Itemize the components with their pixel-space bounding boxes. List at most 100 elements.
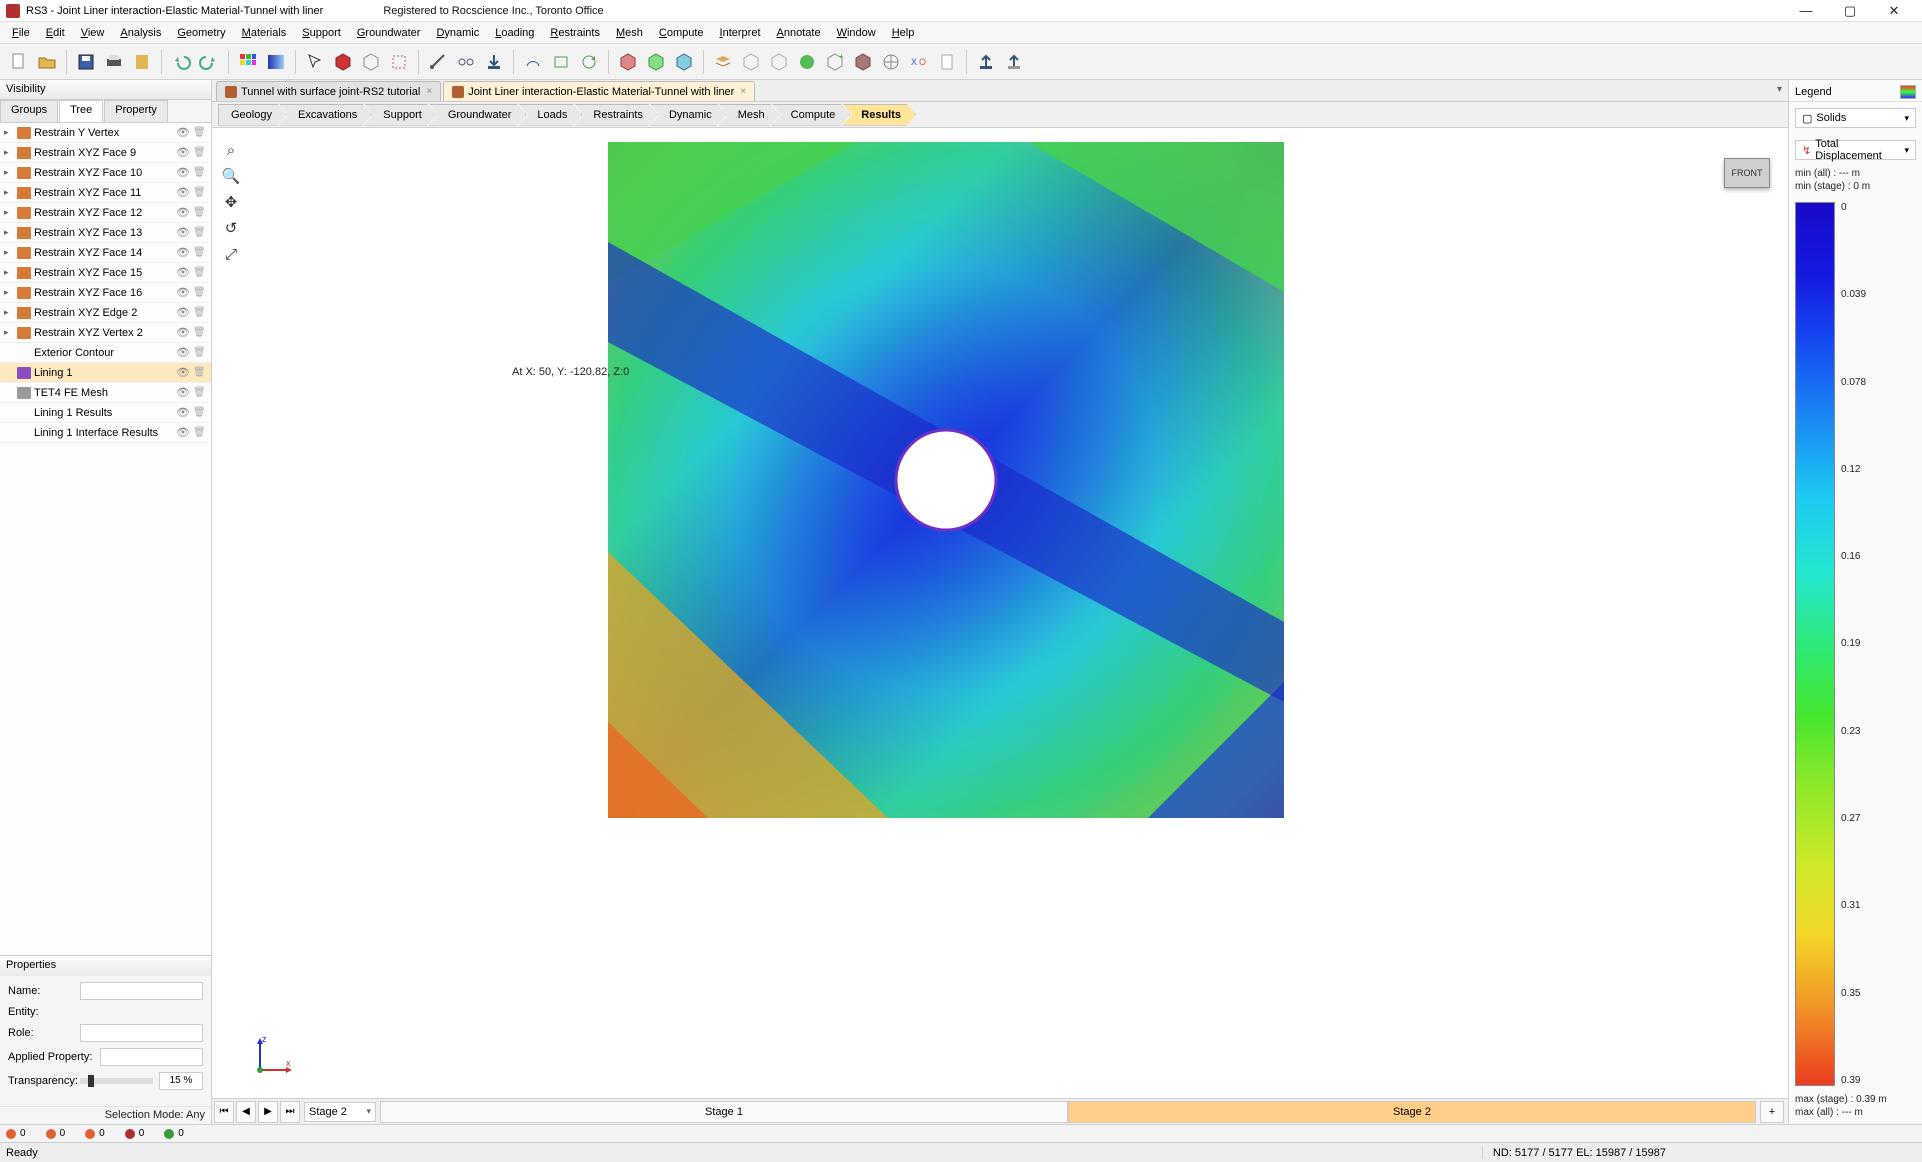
pan-icon[interactable]: ✥: [220, 190, 242, 214]
lock-box-icon[interactable]: [386, 49, 412, 75]
eye-icon[interactable]: 👁: [176, 186, 190, 199]
quantity-select[interactable]: ↯Total Displacement▾: [1795, 140, 1916, 160]
close-tab-icon[interactable]: ×: [740, 86, 746, 97]
eye-icon[interactable]: 👁: [176, 366, 190, 379]
menu-compute[interactable]: Compute: [651, 25, 712, 41]
delete-icon[interactable]: 🗑: [193, 407, 207, 418]
workflow-step-support[interactable]: Support: [364, 104, 437, 126]
zoom-icon[interactable]: 🔍: [220, 164, 242, 188]
wire-cube-icon[interactable]: [738, 49, 764, 75]
close-tab-icon[interactable]: ×: [426, 86, 432, 97]
notes-icon[interactable]: [129, 49, 155, 75]
legend-settings-icon[interactable]: [1900, 85, 1916, 99]
menu-annotate[interactable]: Annotate: [769, 25, 829, 41]
add-cube-icon[interactable]: +: [822, 49, 848, 75]
last-stage-button[interactable]: ⏭: [280, 1101, 300, 1123]
menu-restraints[interactable]: Restraints: [542, 25, 608, 41]
eye-icon[interactable]: 👁: [176, 286, 190, 299]
visibility-tree[interactable]: ▸Restrain Y Vertex👁🗑▸Restrain XYZ Face 9…: [0, 123, 211, 955]
3d-viewport[interactable]: ⌕ 🔍 ✥ ↺ ⤢: [212, 128, 1788, 1098]
delete-icon[interactable]: 🗑: [193, 187, 207, 198]
save-icon[interactable]: [73, 49, 99, 75]
tree-item[interactable]: ▸Restrain XYZ Face 15👁🗑: [0, 263, 211, 283]
maximize-button[interactable]: ▢: [1828, 1, 1872, 21]
eye-icon[interactable]: 👁: [176, 406, 190, 419]
workflow-step-dynamic[interactable]: Dynamic: [650, 104, 727, 126]
new-file-icon[interactable]: [6, 49, 32, 75]
undo-icon[interactable]: [168, 49, 194, 75]
view-cube[interactable]: FRONT: [1724, 158, 1770, 188]
menu-dynamic[interactable]: Dynamic: [428, 25, 487, 41]
workflow-step-groundwater[interactable]: Groundwater: [429, 104, 527, 126]
sphere-icon[interactable]: [794, 49, 820, 75]
tree-item[interactable]: ▸Restrain XYZ Face 13👁🗑: [0, 223, 211, 243]
surface-icon[interactable]: [548, 49, 574, 75]
delete-icon[interactable]: 🗑: [193, 267, 207, 278]
eye-icon[interactable]: 👁: [176, 126, 190, 139]
cube-wire-icon[interactable]: [358, 49, 384, 75]
link-icon[interactable]: [453, 49, 479, 75]
delete-icon[interactable]: 🗑: [193, 147, 207, 158]
first-stage-button[interactable]: ⏮: [214, 1101, 234, 1123]
document-tab[interactable]: Tunnel with surface joint-RS2 tutorial×: [216, 81, 441, 101]
rotate-icon[interactable]: [576, 49, 602, 75]
cube1-icon[interactable]: [615, 49, 641, 75]
tree-item[interactable]: ▸Restrain XYZ Edge 2👁🗑: [0, 303, 211, 323]
visibility-tab-tree[interactable]: Tree: [59, 100, 103, 122]
eye-icon[interactable]: 👁: [176, 306, 190, 319]
close-button[interactable]: ✕: [1872, 1, 1916, 21]
measure-icon[interactable]: [425, 49, 451, 75]
eye-icon[interactable]: 👁: [176, 386, 190, 399]
stage-tab[interactable]: Stage 2: [1068, 1101, 1756, 1123]
workflow-step-loads[interactable]: Loads: [518, 104, 582, 126]
rotate-icon[interactable]: ↺: [220, 216, 242, 240]
export2-icon[interactable]: [1001, 49, 1027, 75]
delete-icon[interactable]: 🗑: [193, 287, 207, 298]
eye-icon[interactable]: 👁: [176, 206, 190, 219]
select-icon[interactable]: [302, 49, 328, 75]
menu-window[interactable]: Window: [829, 25, 884, 41]
tab-overflow-icon[interactable]: ▾: [1777, 84, 1782, 95]
visibility-tab-groups[interactable]: Groups: [0, 100, 58, 122]
tree-item[interactable]: Lining 1👁🗑: [0, 363, 211, 383]
tree-item[interactable]: ▸Restrain XYZ Face 11👁🗑: [0, 183, 211, 203]
workflow-step-geology[interactable]: Geology: [218, 104, 287, 126]
menu-analysis[interactable]: Analysis: [112, 25, 169, 41]
menu-support[interactable]: Support: [294, 25, 349, 41]
next-stage-button[interactable]: ▶: [258, 1101, 278, 1123]
tree-item[interactable]: ▸Restrain Y Vertex👁🗑: [0, 123, 211, 143]
delete-icon[interactable]: 🗑: [193, 427, 207, 438]
cube2-icon[interactable]: [643, 49, 669, 75]
eye-icon[interactable]: 👁: [176, 266, 190, 279]
delete-icon[interactable]: 🗑: [193, 207, 207, 218]
tree-item[interactable]: ▸Restrain XYZ Face 10👁🗑: [0, 163, 211, 183]
cube-red-icon[interactable]: [330, 49, 356, 75]
delete-icon[interactable]: 🗑: [193, 247, 207, 258]
import-icon[interactable]: [481, 49, 507, 75]
menu-edit[interactable]: Edit: [38, 25, 73, 41]
workflow-step-mesh[interactable]: Mesh: [719, 104, 780, 126]
eye-icon[interactable]: 👁: [176, 246, 190, 259]
menu-help[interactable]: Help: [884, 25, 923, 41]
eye-icon[interactable]: 👁: [176, 326, 190, 339]
menu-interpret[interactable]: Interpret: [712, 25, 769, 41]
layers-icon[interactable]: [710, 49, 736, 75]
add-stage-button[interactable]: +: [1760, 1101, 1784, 1123]
menu-file[interactable]: File: [4, 25, 38, 41]
delete-icon[interactable]: 🗑: [193, 307, 207, 318]
menu-groundwater[interactable]: Groundwater: [349, 25, 429, 41]
tree-item[interactable]: Exterior Contour👁🗑: [0, 343, 211, 363]
delete-icon[interactable]: 🗑: [193, 127, 207, 138]
transparency-slider[interactable]: [80, 1078, 153, 1084]
workflow-step-compute[interactable]: Compute: [772, 104, 851, 126]
workflow-step-restraints[interactable]: Restraints: [574, 104, 658, 126]
delete-icon[interactable]: 🗑: [193, 367, 207, 378]
role-select[interactable]: [80, 1024, 203, 1042]
stage-select[interactable]: Stage 2: [304, 1102, 376, 1122]
stage-tab[interactable]: Stage 1: [380, 1101, 1068, 1123]
redo-icon[interactable]: [196, 49, 222, 75]
grid-colors-icon[interactable]: [235, 49, 261, 75]
gradient-icon[interactable]: [263, 49, 289, 75]
eye-icon[interactable]: 👁: [176, 146, 190, 159]
xo-icon[interactable]: XO: [906, 49, 932, 75]
